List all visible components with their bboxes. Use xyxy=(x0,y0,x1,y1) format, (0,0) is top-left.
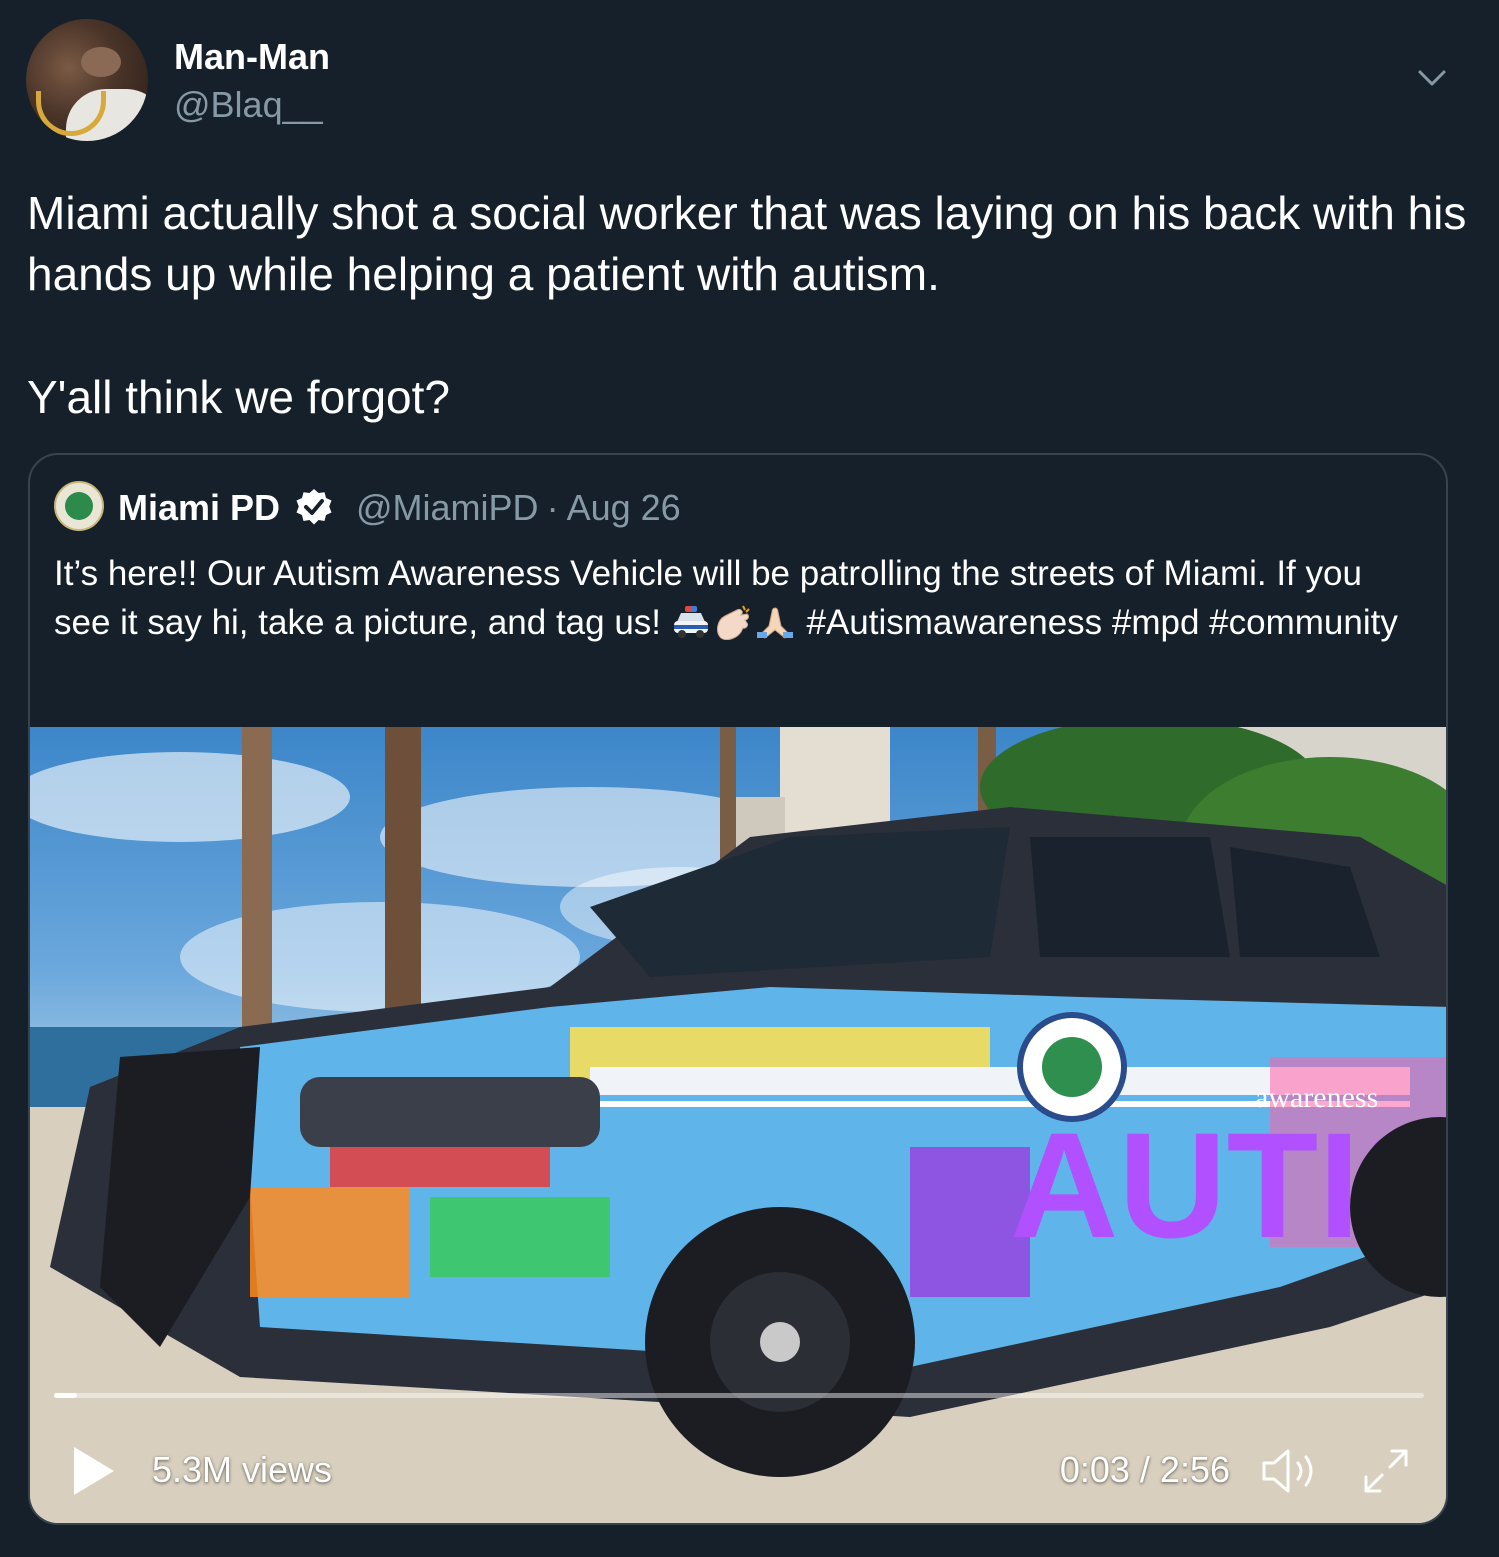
author-handle[interactable]: @Blaq__ xyxy=(174,84,323,126)
quoted-display-name[interactable]: Miami PD xyxy=(118,487,280,529)
quoted-avatar[interactable] xyxy=(54,481,104,531)
volume-icon[interactable] xyxy=(1260,1447,1320,1495)
seal-icon xyxy=(65,492,93,520)
folded-hands-emoji xyxy=(756,607,793,639)
view-count: 5.3M views xyxy=(152,1449,333,1490)
video-progress-fill xyxy=(54,1393,78,1398)
vehicle-lettering-sub: awareness xyxy=(1255,1081,1378,1114)
fullscreen-icon[interactable] xyxy=(1360,1445,1412,1497)
video-player[interactable]: AUTISM awareness 5.3M views 0:03 / 2:56 xyxy=(30,727,1446,1523)
play-icon[interactable] xyxy=(72,1445,116,1497)
author-display-name[interactable]: Man-Man xyxy=(174,36,330,78)
tweet-paragraph: Y'all think we forgot? xyxy=(27,371,451,423)
quoted-text: It’s here!! Our Autism Awareness Vehicle… xyxy=(54,549,1424,647)
verified-badge-icon xyxy=(296,489,332,525)
hashtags[interactable]: #Autismawareness #mpd #community xyxy=(806,603,1397,642)
video-progress-bar[interactable] xyxy=(54,1393,1424,1398)
tweet-text: Miami actually shot a social worker that… xyxy=(27,183,1467,428)
meta-separator: · xyxy=(546,487,559,528)
quoted-date[interactable]: Aug 26 xyxy=(567,487,681,528)
tweet-paragraph: Miami actually shot a social worker that… xyxy=(27,187,1467,300)
clapping-hands-emoji xyxy=(716,605,750,640)
tweet[interactable]: Man-Man @Blaq__ Miami actually shot a so… xyxy=(0,0,1499,1557)
video-frame: AUTISM awareness xyxy=(30,727,1446,1523)
quoted-tweet-card[interactable]: Miami PD @MiamiPD · Aug 26 It’s here!! Our… xyxy=(28,453,1448,1525)
chevron-down-icon[interactable] xyxy=(1416,62,1448,94)
author-avatar[interactable] xyxy=(26,19,148,141)
quoted-meta: @MiamiPD · Aug 26 xyxy=(356,487,681,529)
avatar-hand xyxy=(81,47,121,77)
video-time: 0:03 / 2:56 xyxy=(1059,1449,1230,1490)
quoted-handle[interactable]: @MiamiPD xyxy=(356,487,539,528)
police-car-emoji xyxy=(673,606,708,638)
